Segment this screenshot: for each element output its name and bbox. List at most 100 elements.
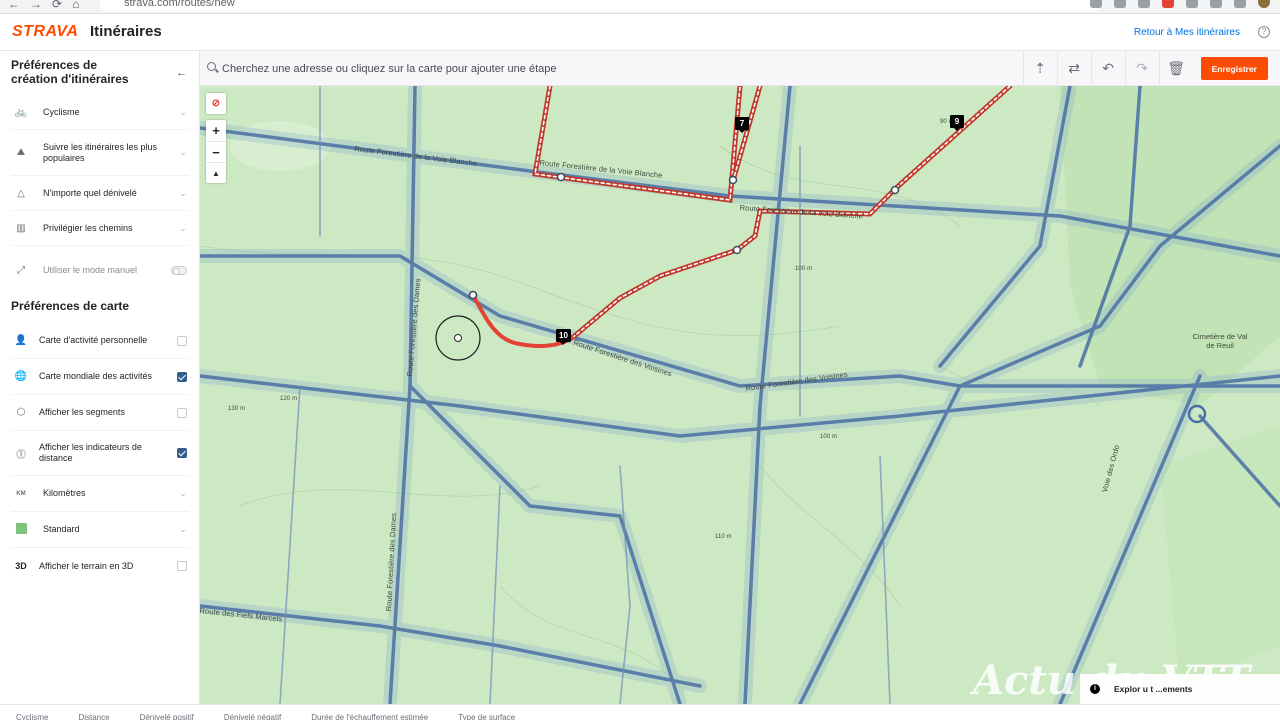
undo-icon[interactable]: ↶ [1090,51,1125,86]
help-icon[interactable]: ? [1258,26,1270,38]
home-icon[interactable]: ⌂ [72,0,79,11]
page-title: Itinéraires [90,23,162,40]
extension-icon[interactable] [1186,0,1198,8]
browser-extensions [1090,0,1270,8]
map-pref-personal-heatmap[interactable]: 👤 Carte d'activité personnelle [11,323,189,359]
pref-manual-mode[interactable]: ⤢ Utiliser le mode manuel [11,251,189,289]
trash-icon[interactable]: 🗑 [1158,51,1193,86]
pref-label: Afficher les segments [39,407,125,417]
elevation-label: 110 m [715,534,732,540]
info-icon[interactable]: i [1090,684,1100,694]
global-heatmap-checkbox[interactable] [177,371,187,382]
route-toolbar: ⇡ ⇄ ↶ ↷ 🗑 Enregistrer [200,51,1280,86]
personal-heatmap-checkbox[interactable] [177,335,187,346]
terrain-3d-checkbox[interactable] [177,561,187,571]
pref-label: Suivre les itinéraires les plus populair… [43,141,158,163]
redo-icon[interactable]: ↷ [1124,51,1159,86]
compass-icon[interactable]: ▲ [206,162,226,183]
elevation-label: 130 m [228,406,246,412]
pref-label: Afficher les indicateurs de distance [39,442,142,463]
poi-label: Cimetière de Val de Reuil [1192,332,1248,350]
map-pref-terrain-3d[interactable]: 3D Afficher le terrain en 3D [11,548,189,584]
units-icon: KM [16,490,26,497]
address-bar[interactable]: strava.com/routes/new [100,0,1100,12]
pref-label: Privilégier les chemins [43,222,133,233]
route-marker[interactable]: 9 [950,115,964,131]
manual-mode-icon: ⤢ [17,264,25,276]
back-to-routes-link[interactable]: Retour à Mes itinéraires [1134,27,1240,38]
globe-icon: 🌐 [14,371,28,382]
map-pref-style[interactable]: Standard ⌄ [11,512,189,548]
segment-icon: ⬡ [16,407,26,418]
reverse-route-icon[interactable]: ⇄ [1056,51,1091,86]
search-input[interactable] [222,59,922,79]
elevation-label: 100 m [820,434,838,440]
browser-nav: ← → ⟳ ⌂ [8,0,79,11]
distance-marker-icon: ⓵ [16,449,26,461]
pref-surface[interactable]: ▥ Privilégier les chemins ⌄ [11,211,189,246]
upload-icon[interactable]: ⇡ [1022,51,1057,86]
heatmap-toggle-icon[interactable]: ⊘ [206,93,226,114]
pref-label: N'importe quel dénivelé [43,187,137,198]
explore-segments-label[interactable]: Explor u t ...ements [1114,684,1192,694]
back-icon[interactable]: ← [8,0,20,11]
pref-label: Kilomètres [43,488,86,498]
route-preferences-title: Préférences de création d'itinéraires [11,58,129,86]
bike-icon: 🚲 [14,106,28,118]
map-drawing [200,86,1280,704]
route-marker[interactable]: 7 [735,117,749,133]
pref-label: Utiliser le mode manuel [43,264,138,275]
bookmark-icon[interactable] [1138,0,1150,8]
chevron-down-icon: ⌄ [179,147,187,157]
map-canvas[interactable]: ⊘ + − ▲ Route Forestière de la Voie Blan… [200,86,1280,704]
stat-estimated-time: Durée de l'échauffement estimée [311,713,429,720]
chevron-down-icon: ⌄ [179,106,187,117]
puzzle-icon[interactable] [1210,0,1222,8]
reload-icon[interactable]: ⟳ [52,0,62,11]
manual-mode-toggle[interactable] [171,265,187,275]
chevron-down-icon: ⌄ [179,187,187,198]
stat-elevation-loss: Dénivelé négatif [223,713,282,720]
distance-markers-checkbox[interactable] [177,448,187,458]
map-style-icon [11,522,31,537]
map-pref-segments[interactable]: ⬡ Afficher les segments [11,395,189,431]
zoom-out-button[interactable]: − [206,141,226,162]
pref-popularity[interactable]: ⛰ Suivre les itinéraires les plus popula… [11,130,189,176]
pref-elevation[interactable]: △ N'importe quel dénivelé ⌄ [11,176,189,211]
collapse-sidebar-icon[interactable]: ← [176,67,187,79]
pref-label: Standard [43,524,80,534]
map-pref-global-heatmap[interactable]: 🌐 Carte mondiale des activités [11,359,189,395]
extension-icon[interactable] [1234,0,1246,8]
chevron-down-icon: ⌄ [179,222,187,233]
strava-logo[interactable]: STRAVA [12,23,78,41]
pref-label: Carte d'activité personnelle [39,335,148,345]
elevation-icon: △ [17,187,25,199]
stat-surface-type: Type de surface [458,713,516,720]
toolbar-actions: ⇡ ⇄ ↶ ↷ 🗑 Enregistrer [1022,51,1280,86]
pref-label: Afficher le terrain en 3D [39,560,134,571]
avatar[interactable] [1258,0,1270,8]
zoom-in-button[interactable]: + [206,120,226,141]
surface-icon: ▥ [16,222,26,234]
stat-sport: Cyclisme [16,713,49,720]
browser-toolbar: ← → ⟳ ⌂ strava.com/routes/new [0,0,1280,14]
explore-segments-panel[interactable]: i Explor u t ...ements [1080,674,1280,704]
chevron-down-icon: ⌄ [179,524,187,534]
extension-icon[interactable] [1162,0,1174,8]
chevron-down-icon: ⌄ [179,488,187,498]
terrain-3d-icon: 3D [15,561,27,571]
pref-sport-type[interactable]: 🚲 Cyclisme ⌄ [11,95,189,130]
app-header: STRAVA Itinéraires Retour à Mes itinérai… [0,14,1280,51]
elevation-label: 100 m [795,266,813,272]
map-pref-distance-markers[interactable]: ⓵ Afficher les indicateurs de distance [11,431,189,476]
segments-checkbox[interactable] [177,407,187,418]
person-icon: 👤 [14,335,28,346]
extension-icon[interactable] [1114,0,1126,8]
search-icon [207,62,216,71]
forward-icon[interactable]: → [30,0,42,11]
map-pref-units[interactable]: KM Kilomètres ⌄ [11,476,189,512]
save-button[interactable]: Enregistrer [1200,57,1268,80]
route-marker[interactable]: 10 [556,329,571,345]
route-stats-bar: Cyclisme Distance Dénivelé positif Déniv… [0,704,1280,720]
extension-icon[interactable] [1090,0,1102,8]
